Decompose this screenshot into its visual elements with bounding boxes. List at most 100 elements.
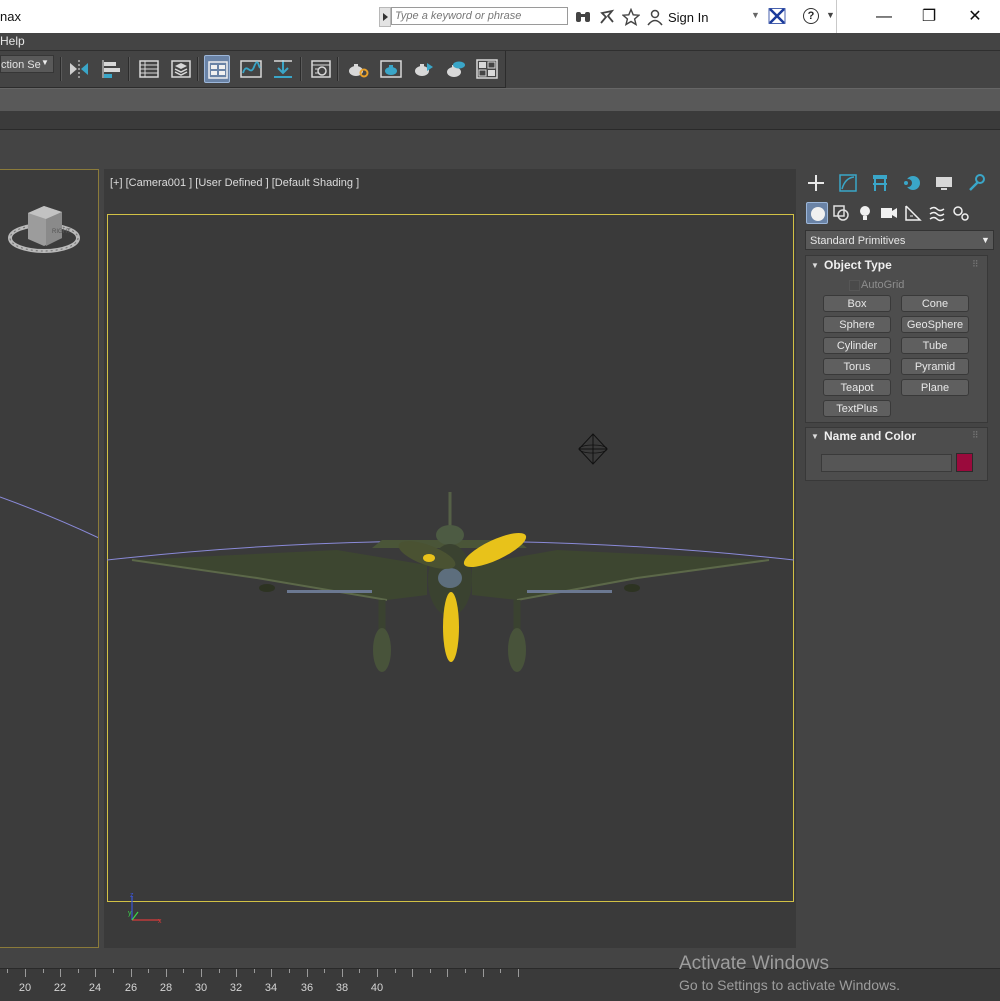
divider xyxy=(300,57,302,81)
timeline-tick xyxy=(430,969,431,973)
shapes-category-icon[interactable] xyxy=(830,202,852,224)
left-viewport[interactable] xyxy=(0,169,99,948)
minimize-button[interactable]: — xyxy=(861,0,907,33)
timeline-tick xyxy=(43,969,44,973)
divider xyxy=(836,0,837,33)
cylinder-button[interactable]: Cylinder xyxy=(823,337,891,354)
schematic-view-icon[interactable] xyxy=(269,55,295,83)
timeline-tick xyxy=(78,969,79,973)
cone-button[interactable]: Cone xyxy=(901,295,969,312)
render-in-cloud-icon[interactable] xyxy=(441,55,467,83)
drag-grip-icon[interactable]: ⠿ xyxy=(972,259,979,270)
systems-category-icon[interactable] xyxy=(950,202,972,224)
restore-button[interactable]: ❐ xyxy=(906,0,952,33)
user-icon[interactable] xyxy=(646,8,664,26)
timeline-tick xyxy=(447,969,448,977)
chevron-down-icon[interactable]: ▼ xyxy=(826,10,835,20)
collapse-triangle-icon[interactable]: ▼ xyxy=(811,432,819,441)
create-tab-icon[interactable] xyxy=(804,172,828,194)
mirror-icon[interactable] xyxy=(65,55,91,83)
timeline-tick xyxy=(131,969,132,977)
timeline-label: 40 xyxy=(370,982,384,994)
render-setup-icon[interactable] xyxy=(344,55,370,83)
chevron-down-icon[interactable]: ▼ xyxy=(41,58,49,67)
cameras-category-icon[interactable] xyxy=(878,202,900,224)
display-tab-icon[interactable] xyxy=(932,172,956,194)
torus-button[interactable]: Torus xyxy=(823,358,891,375)
toggle-ribbon-icon[interactable] xyxy=(204,55,230,83)
timeline-tick xyxy=(148,969,149,973)
object-name-field[interactable] xyxy=(821,454,952,472)
textplus-button[interactable]: TextPlus xyxy=(823,400,891,417)
sphere-button[interactable]: Sphere xyxy=(823,316,891,333)
chevron-down-icon[interactable]: ▼ xyxy=(981,235,990,245)
object-color-swatch[interactable] xyxy=(956,453,973,472)
teapot-button[interactable]: Teapot xyxy=(823,379,891,396)
viewcube-icon[interactable]: RIGHT xyxy=(6,203,82,266)
box-button[interactable]: Box xyxy=(823,295,891,312)
activate-windows-title: Activate Windows xyxy=(679,953,829,974)
timeline-label: 24 xyxy=(88,982,102,994)
divider xyxy=(197,57,199,81)
timeline-tick xyxy=(254,969,255,973)
communication-center-icon[interactable] xyxy=(598,8,616,26)
timeline-tick xyxy=(95,969,96,977)
timeline-tick xyxy=(236,969,237,977)
lights-category-icon[interactable] xyxy=(854,202,876,224)
timeline-tick xyxy=(113,969,114,973)
drag-grip-icon[interactable]: ⠿ xyxy=(972,430,979,441)
close-button[interactable]: ✕ xyxy=(952,0,998,33)
binoculars-icon[interactable] xyxy=(574,8,592,26)
search-input[interactable] xyxy=(391,7,568,25)
collapse-triangle-icon[interactable]: ▼ xyxy=(811,261,819,270)
sign-in-button[interactable]: Sign In xyxy=(668,10,708,25)
autogrid-checkbox[interactable] xyxy=(849,280,860,291)
menu-item-help[interactable]: Help xyxy=(0,34,25,48)
curve-editor-icon[interactable] xyxy=(237,55,263,83)
menu-bar xyxy=(0,33,1000,51)
divider xyxy=(60,57,62,81)
timeline-tick xyxy=(465,969,466,973)
geometry-category-icon[interactable] xyxy=(806,202,828,224)
search-expand-arrow[interactable] xyxy=(379,7,391,27)
plane-button[interactable]: Plane xyxy=(901,379,969,396)
svg-text:z: z xyxy=(130,892,134,899)
geosphere-button[interactable]: GeoSphere xyxy=(901,316,969,333)
timeline-tick xyxy=(289,969,290,973)
render-region-icon[interactable] xyxy=(473,55,499,83)
airplane-model[interactable] xyxy=(107,470,794,693)
rollout-title[interactable]: Object Type xyxy=(824,258,892,272)
utilities-tab-icon[interactable] xyxy=(964,172,988,194)
render-production-icon[interactable] xyxy=(409,55,435,83)
timeline-label: 22 xyxy=(53,982,67,994)
timeline-tick xyxy=(25,969,26,977)
timeline-tick xyxy=(219,969,220,973)
camera-target-icon[interactable] xyxy=(577,433,609,468)
autodesk-exchange-icon[interactable] xyxy=(768,8,786,24)
divider xyxy=(128,57,130,81)
favorites-star-icon[interactable] xyxy=(621,7,641,26)
timeline-label: 28 xyxy=(159,982,173,994)
pyramid-button[interactable]: Pyramid xyxy=(901,358,969,375)
scene-explorer-icon[interactable] xyxy=(135,55,161,83)
timeline-tick xyxy=(271,969,272,977)
align-icon[interactable] xyxy=(97,55,123,83)
activate-windows-subtitle: Go to Settings to activate Windows. xyxy=(679,977,900,993)
hierarchy-tab-icon[interactable] xyxy=(868,172,892,194)
layer-explorer-icon[interactable] xyxy=(167,55,193,83)
motion-tab-icon[interactable] xyxy=(900,172,924,194)
primitive-type-dropdown[interactable]: Standard Primitives xyxy=(805,230,994,250)
viewport-label[interactable]: [+] [Camera001 ] [User Defined ] [Defaul… xyxy=(110,177,359,189)
modify-tab-icon[interactable] xyxy=(836,172,860,194)
rollout-title[interactable]: Name and Color xyxy=(824,429,916,443)
timeline-tick xyxy=(377,969,378,977)
material-editor-icon[interactable] xyxy=(307,55,333,83)
space-warps-category-icon[interactable] xyxy=(926,202,948,224)
help-icon[interactable]: ? xyxy=(803,8,819,24)
chevron-down-icon[interactable]: ▼ xyxy=(751,10,760,20)
timeline-label: 38 xyxy=(335,982,349,994)
tube-button[interactable]: Tube xyxy=(901,337,969,354)
timeline-tick xyxy=(183,969,184,973)
helpers-category-icon[interactable] xyxy=(902,202,924,224)
rendered-frame-window-icon[interactable] xyxy=(377,55,403,83)
